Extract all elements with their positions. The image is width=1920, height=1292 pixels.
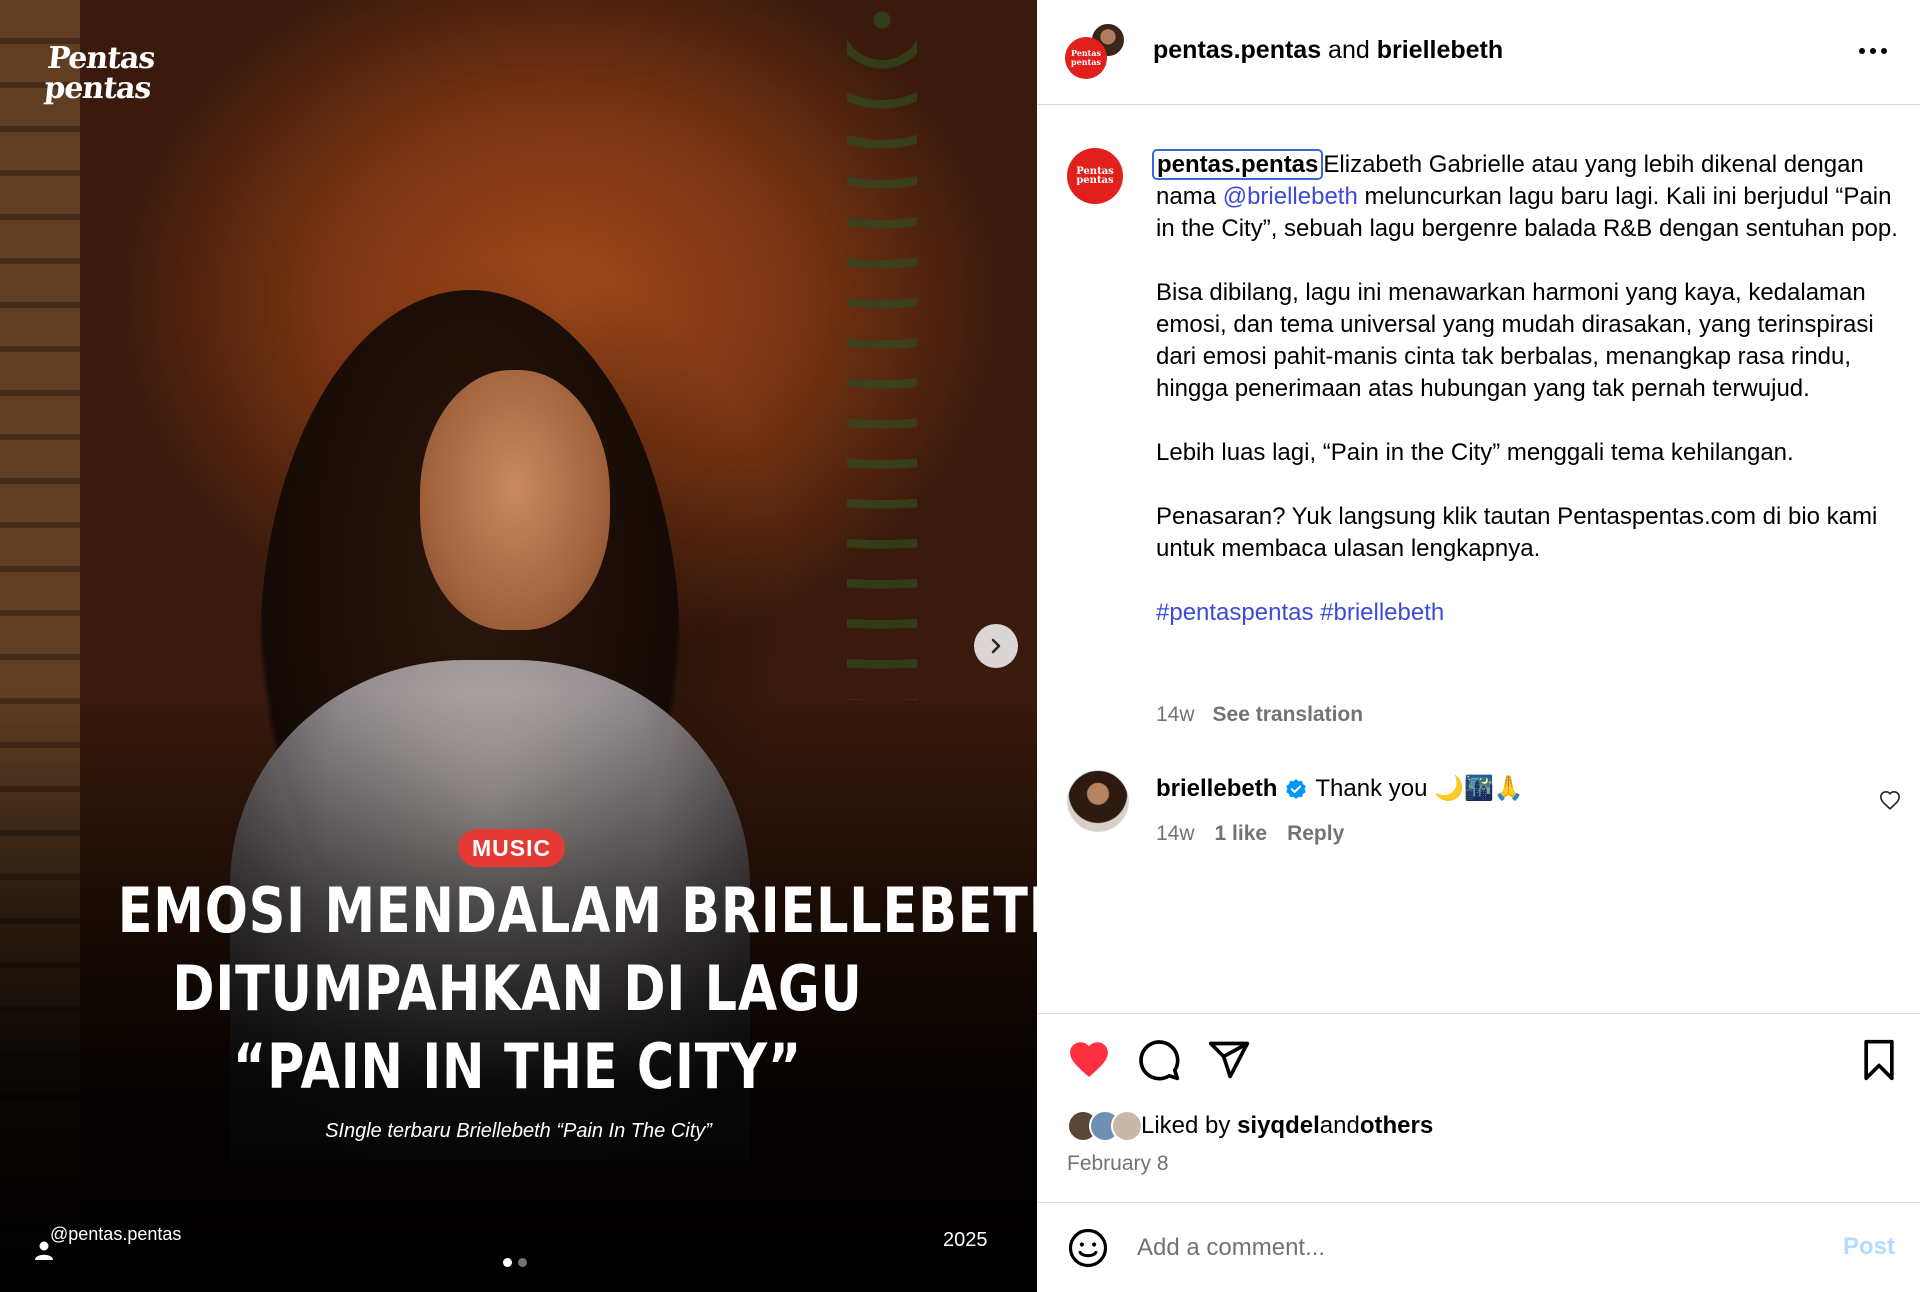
media-headline: EMOSI MENDALAM BRIELLEBETH DITUMPAHKAN D… (117, 872, 1037, 1106)
post-comment-button[interactable]: Post (1843, 1233, 1895, 1261)
see-translation-button[interactable]: See translation (1213, 703, 1364, 726)
chevron-right-icon (991, 638, 1001, 654)
post-media[interactable]: Pentas pentas MUSIC EMOSI MENDALAM BRIEL… (0, 0, 1037, 1292)
carousel-dot (518, 1258, 527, 1267)
post-date[interactable]: February 8 (1067, 1152, 1169, 1176)
liked-by-and: and (1319, 1112, 1360, 1139)
caption-avatar[interactable]: Pentas pentas (1067, 148, 1123, 204)
vine-background (847, 0, 917, 700)
comment: briellebeth Thank you 🌙🌃🙏 (1156, 774, 1524, 803)
more-options-icon[interactable] (1859, 39, 1893, 63)
post-panel: Pentas pentas pentas.pentas and brielleb… (1037, 0, 1920, 1292)
carousel-dots (503, 1258, 527, 1267)
media-subtitle: SIngle terbaru Briellebeth “Pain In The … (325, 1120, 712, 1142)
post-authors: pentas.pentas and briellebeth (1153, 36, 1503, 65)
comment-bubble-icon[interactable] (1137, 1038, 1181, 1082)
carousel-next-button[interactable] (974, 624, 1018, 668)
comment-username-link[interactable]: briellebeth (1156, 775, 1277, 803)
headline-line: DITUMPAHKAN DI LAGU (172, 952, 863, 1025)
caption-paragraph: Lebih luas lagi, “Pain in the City” meng… (1156, 439, 1794, 466)
comment-avatar[interactable] (1067, 770, 1129, 832)
headline-line: EMOSI MENDALAM BRIELLEBETH (117, 874, 1037, 947)
add-comment-input[interactable] (1137, 1231, 1777, 1265)
caption-meta: 14w See translation (1156, 703, 1363, 727)
liked-others-link[interactable]: others (1360, 1112, 1433, 1140)
headline-line: “PAIN IN THE CITY” (232, 1030, 803, 1103)
carousel-dot-active (503, 1258, 512, 1267)
post-header: Pentas pentas pentas.pentas and brielleb… (1037, 0, 1920, 105)
author-link[interactable]: pentas.pentas (1153, 36, 1321, 64)
post-caption: pentas.pentas Elizabeth Gabrielle atau ya… (1152, 149, 1901, 661)
share-send-icon[interactable] (1207, 1038, 1251, 1082)
comment-likes-link[interactable]: 1 like (1215, 822, 1268, 845)
authors-joiner: and (1321, 36, 1377, 64)
emoji-smiley-icon[interactable] (1067, 1227, 1109, 1269)
hashtag-link[interactable]: #pentaspentas (1156, 599, 1313, 626)
caption-paragraph: Bisa dibilang, lagu ini menawarkan harmo… (1156, 279, 1874, 402)
collaborator-link[interactable]: briellebeth (1377, 36, 1503, 64)
action-bar (1037, 1013, 1920, 1203)
avatar-author[interactable]: Pentas pentas (1065, 37, 1107, 79)
caption-age: 14w (1156, 703, 1195, 726)
photo-subject-face (420, 370, 610, 630)
likes-summary: Liked by siyqdel and others (1067, 1110, 1433, 1142)
mention-link[interactable]: @briellebeth (1223, 183, 1358, 210)
liked-user-link[interactable]: siyqdel (1237, 1112, 1320, 1140)
comment-body: Thank you 🌙🌃🙏 (1315, 775, 1524, 802)
reply-button[interactable]: Reply (1287, 822, 1344, 845)
liked-by-prefix: Liked by (1141, 1112, 1231, 1139)
liker-avatar (1111, 1110, 1143, 1142)
comment-age: 14w (1156, 822, 1195, 845)
verified-badge-icon (1286, 778, 1307, 799)
caption-username-link[interactable]: pentas.pentas (1152, 149, 1324, 180)
liker-avatars[interactable] (1067, 1110, 1143, 1142)
caption-paragraph: Penasaran? Yuk langsung klik tautan Pent… (1156, 503, 1878, 562)
hashtag-link[interactable]: #briellebeth (1320, 599, 1444, 626)
media-footer-year: 2025 (943, 1229, 988, 1251)
comment-like-heart-icon[interactable] (1879, 790, 1901, 812)
category-badge: MUSIC (458, 829, 566, 867)
comment-composer: Post (1037, 1202, 1920, 1292)
brand-logo: Pentas pentas (42, 41, 157, 106)
media-footer-handle: @pentas.pentas (50, 1224, 182, 1244)
comment-meta: 14w 1 like Reply (1156, 822, 1364, 846)
bookmark-icon[interactable] (1857, 1038, 1901, 1082)
heart-filled-icon[interactable] (1067, 1038, 1111, 1082)
